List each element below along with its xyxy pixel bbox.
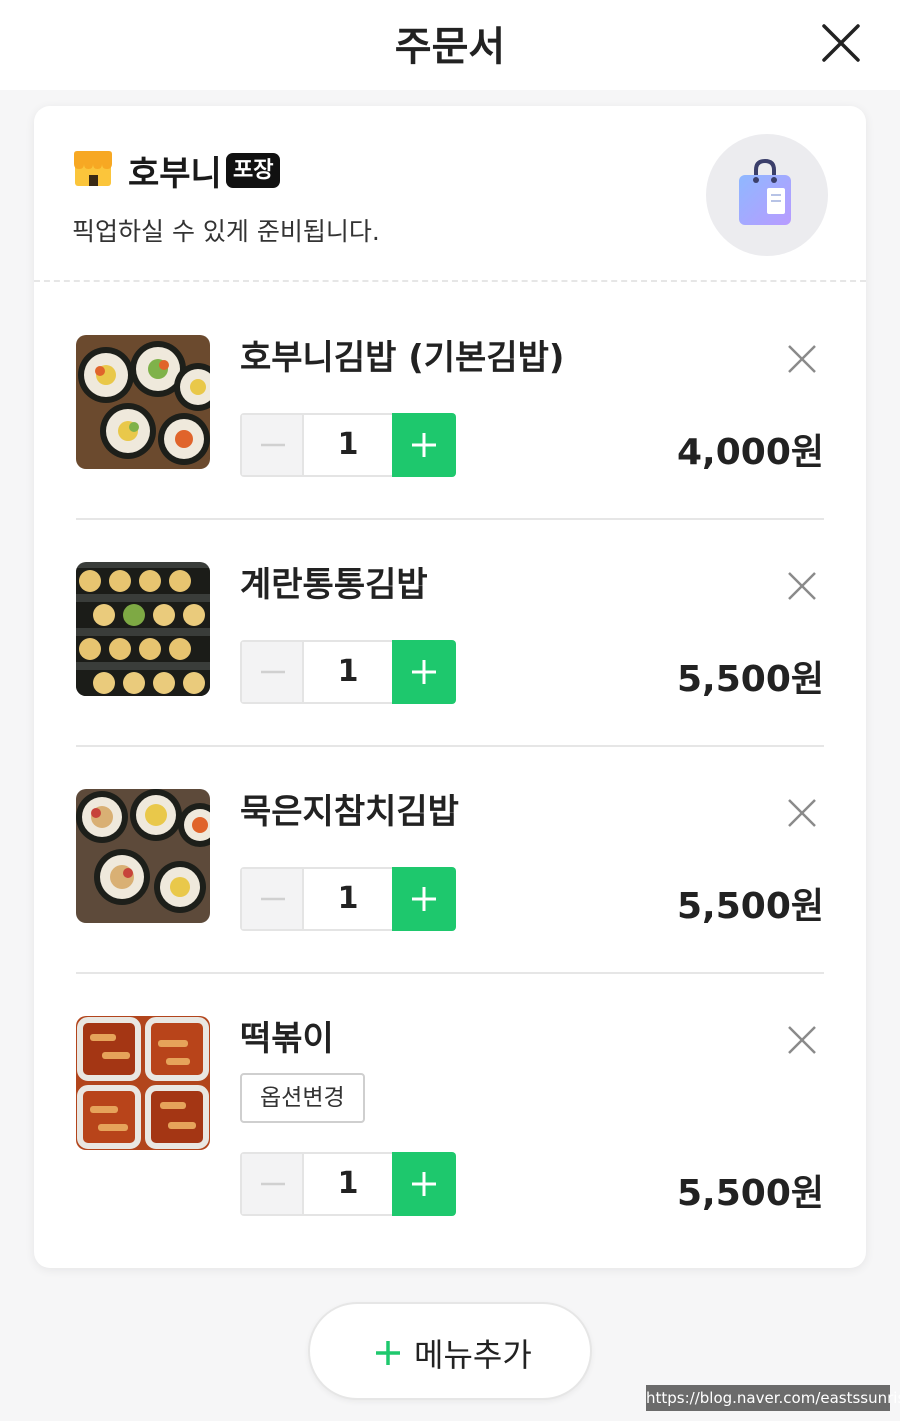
add-menu-button[interactable]: 메뉴추가 xyxy=(308,1302,592,1400)
item-name: 떡볶이 xyxy=(240,1019,334,1059)
increase-button[interactable] xyxy=(392,1152,456,1216)
order-item: 호부니김밥 (기본김밥) 1 4,000원 xyxy=(76,335,824,520)
plus-icon xyxy=(412,433,436,457)
quantity-stepper: 1 xyxy=(240,413,456,477)
plus-icon xyxy=(376,1341,400,1365)
order-card: 호부니 포장 픽업하실 수 있게 준비됩니다. 호부니김밥 (기본김밥) 1 4… xyxy=(34,106,866,1268)
item-price: 4,000원 xyxy=(677,432,824,473)
plus-icon xyxy=(412,660,436,684)
order-item: 묵은지참치김밥 1 5,500원 xyxy=(76,789,824,974)
quantity-value: 1 xyxy=(337,881,359,916)
store-description: 픽업하실 수 있게 준비됩니다. xyxy=(72,217,380,246)
increase-button[interactable] xyxy=(392,640,456,704)
store-icon xyxy=(72,150,114,188)
add-menu-label: 메뉴추가 xyxy=(414,1336,532,1374)
quantity-stepper: 1 xyxy=(240,1152,456,1216)
order-item: 계란통통김밥 1 5,500원 xyxy=(76,562,824,747)
item-price: 5,500원 xyxy=(677,1173,824,1214)
minus-icon xyxy=(261,670,285,674)
quantity-value: 1 xyxy=(337,1166,359,1201)
close-button[interactable] xyxy=(820,22,862,64)
shopping-bag-badge xyxy=(706,134,828,256)
quantity-stepper: 1 xyxy=(240,867,456,931)
item-name: 호부니김밥 (기본김밥) xyxy=(240,338,565,378)
plus-icon xyxy=(412,887,436,911)
quantity-stepper: 1 xyxy=(240,640,456,704)
close-icon xyxy=(788,345,816,373)
item-name: 계란통통김밥 xyxy=(240,565,428,605)
store-section: 호부니 포장 픽업하실 수 있게 준비됩니다. xyxy=(34,106,866,282)
item-name: 묵은지참치김밥 xyxy=(240,792,459,832)
remove-item-button[interactable] xyxy=(784,568,820,604)
close-icon xyxy=(822,24,860,62)
page-title: 주문서 xyxy=(394,24,506,70)
decrease-button[interactable] xyxy=(242,869,304,929)
item-image xyxy=(76,562,210,696)
remove-item-button[interactable] xyxy=(784,1022,820,1058)
decrease-button[interactable] xyxy=(242,415,304,475)
remove-item-button[interactable] xyxy=(784,341,820,377)
remove-item-button[interactable] xyxy=(784,795,820,831)
minus-icon xyxy=(261,897,285,901)
item-image xyxy=(76,335,210,469)
minus-icon xyxy=(261,443,285,447)
order-item: 떡볶이 옵션변경 1 5,500원 xyxy=(76,1016,824,1228)
decrease-button[interactable] xyxy=(242,642,304,702)
quantity-value: 1 xyxy=(337,654,359,689)
close-icon xyxy=(788,1026,816,1054)
decrease-button[interactable] xyxy=(242,1154,304,1214)
change-option-button[interactable]: 옵션변경 xyxy=(240,1073,365,1123)
item-price: 5,500원 xyxy=(677,886,824,927)
minus-icon xyxy=(261,1182,285,1186)
item-price: 5,500원 xyxy=(677,659,824,700)
takeout-badge: 포장 xyxy=(226,153,281,188)
store-name: 호부니 xyxy=(128,154,222,194)
item-image xyxy=(76,789,210,923)
close-icon xyxy=(788,572,816,600)
page-header: 주문서 xyxy=(0,0,900,90)
watermark-url: https://blog.naver.com/eastssunrise xyxy=(646,1385,900,1411)
increase-button[interactable] xyxy=(392,413,456,477)
shopping-bag-icon xyxy=(739,158,791,225)
quantity-value: 1 xyxy=(337,427,359,462)
item-image xyxy=(76,1016,210,1150)
plus-icon xyxy=(412,1172,436,1196)
increase-button[interactable] xyxy=(392,867,456,931)
close-icon xyxy=(788,799,816,827)
